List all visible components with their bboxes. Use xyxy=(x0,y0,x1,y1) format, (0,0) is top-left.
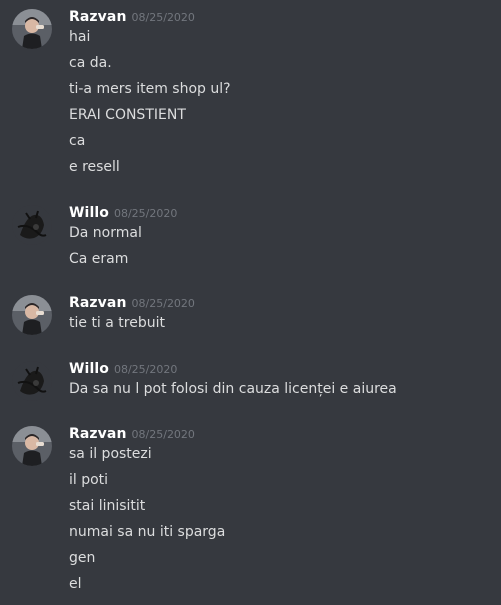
willo-avatar-icon[interactable] xyxy=(12,361,52,401)
timestamp: 08/25/2020 xyxy=(131,297,195,310)
timestamp: 08/25/2020 xyxy=(131,11,195,24)
message-text: el xyxy=(69,576,82,592)
username[interactable]: Razvan xyxy=(69,295,127,311)
username[interactable]: Razvan xyxy=(69,426,127,442)
username[interactable]: Razvan xyxy=(69,9,127,25)
message-text: numai sa nu iti sparga xyxy=(69,524,226,540)
message-text: gen xyxy=(69,550,96,566)
message-text: ERAI CONSTIENT xyxy=(69,107,186,123)
razvan-avatar-icon[interactable] xyxy=(12,9,52,49)
username[interactable]: Willo xyxy=(69,361,109,377)
razvan-avatar-icon[interactable] xyxy=(12,426,52,466)
message-text: sa il postezi xyxy=(69,446,152,462)
username[interactable]: Willo xyxy=(69,205,109,221)
willo-avatar-icon[interactable] xyxy=(12,205,52,245)
chat-messages[interactable]: Razvan 08/25/2020 hai ca da. ti-a mers it… xyxy=(0,0,501,605)
message-text: tie ti a trebuit xyxy=(69,315,165,331)
timestamp: 08/25/2020 xyxy=(131,428,195,441)
message-text: hai xyxy=(69,29,91,45)
message-text: stai linisitit xyxy=(69,498,146,514)
message-text: Ca eram xyxy=(69,251,129,267)
timestamp: 08/25/2020 xyxy=(113,363,178,376)
message-text: Da normal xyxy=(69,225,142,241)
message-text: il poti xyxy=(69,472,109,488)
message-text: e resell xyxy=(69,159,120,175)
message-text: Da sa nu l pot folosi din cauza licenței… xyxy=(69,381,397,397)
razvan-avatar-icon[interactable] xyxy=(12,295,52,335)
message-text: ca xyxy=(69,133,86,149)
timestamp: 08/25/2020 xyxy=(113,207,178,220)
message-text: ti-a mers item shop ul? xyxy=(69,81,231,97)
message-text: ca da. xyxy=(69,55,112,71)
